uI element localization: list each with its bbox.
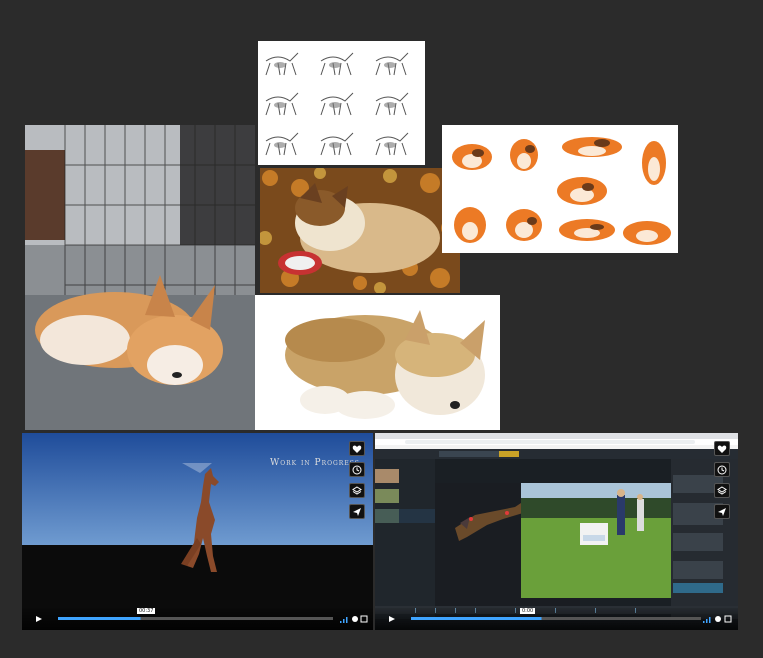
progress-fill <box>58 617 141 620</box>
left-player-side-actions <box>349 441 365 519</box>
work-in-progress-title: Work in Progress <box>270 458 360 468</box>
progress-fill <box>411 617 542 620</box>
puppy-autumn-leaves-photo <box>260 168 460 293</box>
corgi-illustration-sheet <box>442 125 678 253</box>
right-player-timestamp: 0:00 <box>520 608 536 614</box>
play-icon <box>389 616 395 622</box>
clock-icon[interactable] <box>714 462 730 477</box>
corgi-puppy-pen-photo <box>25 125 255 430</box>
heart-icon[interactable] <box>714 441 730 456</box>
volume-icon <box>340 617 348 623</box>
right-player-side-actions <box>714 441 730 519</box>
screen-recording-video-player[interactable]: 0:00 <box>375 433 738 630</box>
settings-icon <box>352 616 358 622</box>
send-icon[interactable] <box>349 504 365 519</box>
right-player-controls: 0:00 <box>375 608 738 630</box>
play-icon <box>36 616 42 622</box>
settings-icon <box>715 616 721 622</box>
standing-dog-model <box>181 468 219 572</box>
clock-icon[interactable] <box>349 462 365 477</box>
volume-icon <box>703 617 711 623</box>
fullscreen-icon <box>360 615 368 623</box>
left-player-timestamp: 00:37 <box>137 608 156 614</box>
send-icon[interactable] <box>714 504 730 519</box>
left-player-controls: 00:37 <box>22 608 373 630</box>
layers-icon[interactable] <box>714 483 730 498</box>
animation-video-player[interactable]: Work in Progress 00:37 <box>22 433 373 630</box>
heart-icon[interactable] <box>349 441 365 456</box>
layers-icon[interactable] <box>349 483 365 498</box>
fullscreen-icon <box>724 615 732 623</box>
plush-sleeping-puppy-photo <box>255 295 500 430</box>
dog-walk-cycle-sketch <box>258 41 425 165</box>
